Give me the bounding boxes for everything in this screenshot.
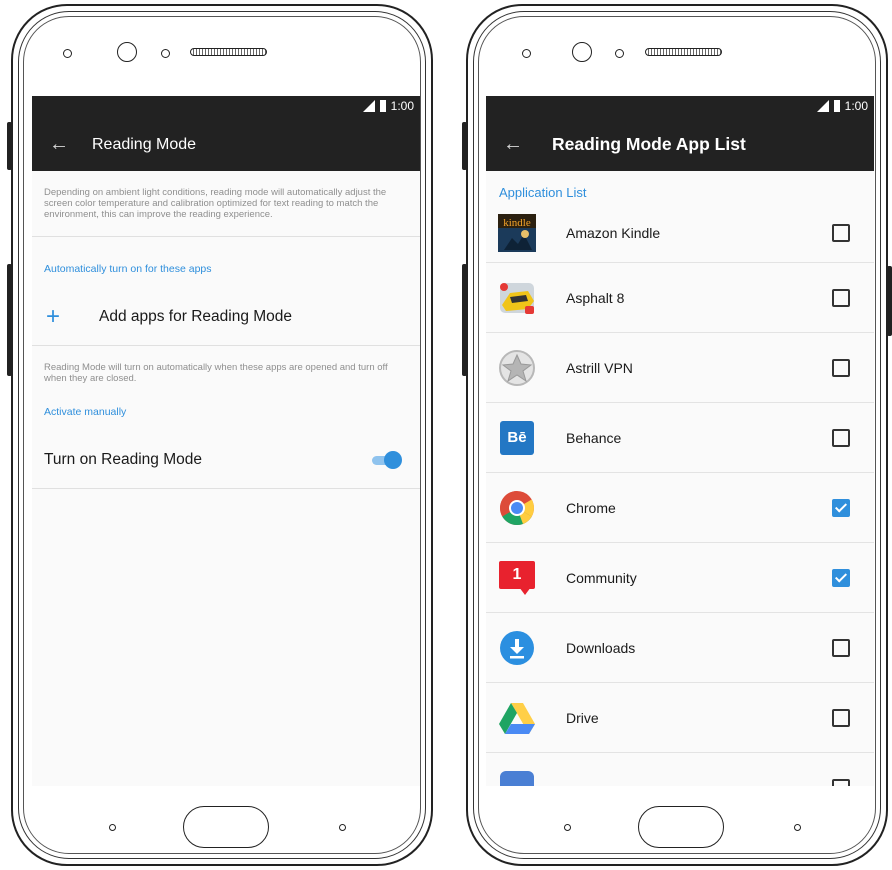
speaker-grille (190, 48, 267, 56)
app-name: Chrome (566, 499, 616, 516)
astrill-star-icon (497, 348, 537, 388)
app-list-item[interactable]: Asphalt 8 (486, 263, 874, 333)
phone-frame-right: 1:00 ← Reading Mode App List Application… (462, 4, 892, 866)
power-button (887, 266, 892, 336)
nav-recents-dot[interactable] (339, 824, 346, 831)
app-checkbox[interactable] (832, 638, 850, 657)
speaker-grille (645, 48, 722, 56)
app-name: Asphalt 8 (566, 289, 625, 306)
phone-frame-left: 1:00 ← Reading Mode Depending on ambient… (7, 4, 433, 866)
light-sensor (161, 49, 170, 58)
app-name: Amazon Kindle (566, 224, 661, 241)
partial-app-icon (497, 768, 537, 786)
app-checkbox[interactable] (832, 708, 850, 727)
battery-icon (379, 100, 386, 112)
signal-icon (816, 100, 829, 112)
toggle-knob (384, 451, 402, 469)
side-button (462, 264, 467, 376)
status-bar: 1:00 (486, 96, 874, 118)
status-time: 1:00 (844, 99, 868, 113)
screen-reading-mode: 1:00 ← Reading Mode Depending on ambient… (32, 96, 420, 786)
app-list-item[interactable]: kindle Amazon Kindle (486, 203, 874, 263)
app-checkbox[interactable] (832, 223, 850, 242)
battery-icon (833, 100, 840, 112)
reading-mode-toggle[interactable] (372, 451, 402, 469)
asphalt-icon (497, 278, 537, 318)
app-name: Downloads (566, 639, 636, 656)
app-bar: ← Reading Mode (32, 118, 420, 171)
chrome-icon (497, 488, 537, 528)
svg-text:kindle: kindle (503, 217, 531, 229)
nav-back-dot[interactable] (564, 824, 571, 831)
app-list-item[interactable]: Drive (486, 683, 874, 753)
manual-section-title: Activate manually (44, 406, 127, 418)
auto-section-title: Automatically turn on for these apps (44, 263, 212, 275)
home-button[interactable] (638, 806, 724, 848)
app-list-item[interactable]: Astrill VPN (486, 333, 874, 403)
plus-icon: + (46, 303, 61, 330)
light-sensor (615, 49, 624, 58)
nav-back-dot[interactable] (109, 824, 116, 831)
behance-icon: Bē (497, 418, 537, 458)
app-checkbox-checked[interactable] (832, 498, 850, 517)
back-arrow-icon[interactable]: ← (494, 133, 532, 156)
signal-icon (362, 100, 375, 112)
side-button (7, 264, 12, 376)
volume-button (7, 122, 12, 170)
volume-button (462, 122, 467, 170)
screen-app-list: 1:00 ← Reading Mode App List Application… (486, 96, 874, 786)
app-checkbox[interactable] (832, 428, 850, 447)
proximity-sensor (522, 49, 531, 58)
nav-recents-dot[interactable] (794, 824, 801, 831)
app-list-item[interactable]: Bē Behance (486, 403, 874, 473)
app-list-item[interactable]: Chrome (486, 473, 874, 543)
app-list-item[interactable]: 1 Community (486, 543, 874, 613)
app-list-item[interactable] (486, 753, 874, 786)
app-list-item[interactable]: Downloads (486, 613, 874, 683)
toggle-label: Turn on Reading Mode (44, 451, 202, 468)
back-arrow-icon[interactable]: ← (40, 133, 78, 156)
app-name: Community (566, 569, 637, 586)
list-header: Application List (499, 185, 587, 200)
drive-icon (497, 698, 537, 738)
front-camera (572, 42, 592, 62)
download-icon (497, 628, 537, 668)
app-checkbox[interactable] (832, 358, 850, 377)
app-checkbox[interactable] (832, 288, 850, 307)
home-button[interactable] (183, 806, 269, 848)
app-name: Astrill VPN (566, 359, 633, 376)
reading-mode-description: Depending on ambient light conditions, r… (44, 187, 387, 220)
app-checkbox-checked[interactable] (832, 568, 850, 587)
front-camera (117, 42, 137, 62)
status-bar: 1:00 (32, 96, 420, 118)
proximity-sensor (63, 49, 72, 58)
kindle-icon: kindle (497, 213, 537, 253)
divider (32, 488, 420, 489)
add-apps-row[interactable]: + Add apps for Reading Mode (32, 289, 420, 345)
app-name: Drive (566, 709, 599, 726)
page-title: Reading Mode App List (552, 134, 746, 154)
community-icon: 1 (497, 558, 537, 598)
app-checkbox[interactable] (832, 778, 850, 786)
page-title: Reading Mode (92, 135, 197, 153)
app-name: Behance (566, 429, 622, 446)
reading-mode-toggle-row[interactable]: Turn on Reading Mode (32, 432, 420, 488)
app-bar: ← Reading Mode App List (486, 118, 874, 171)
auto-note: Reading Mode will turn on automatically … (44, 362, 388, 384)
add-apps-label: Add apps for Reading Mode (99, 308, 293, 325)
status-time: 1:00 (390, 99, 414, 113)
